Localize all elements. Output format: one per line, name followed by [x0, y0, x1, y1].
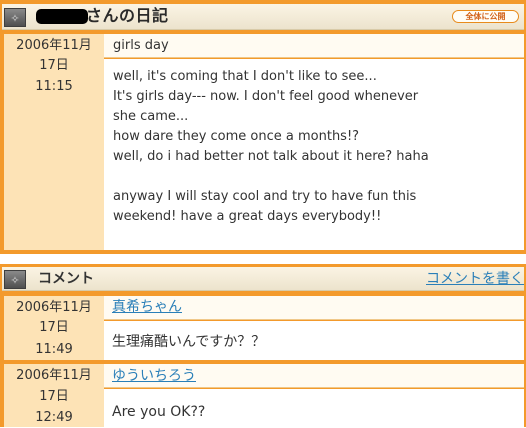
- comment-time: 11:49: [35, 342, 73, 357]
- diamond-ornament-icon: ✧: [4, 270, 26, 289]
- diary-body-line: well, it's coming that I don't like to s…: [113, 69, 377, 84]
- comment-time: 12:49: [35, 410, 73, 425]
- public-visibility-badge[interactable]: 全体に公開: [452, 10, 519, 23]
- diary-time: 11:15: [35, 79, 73, 94]
- redacted-username: [36, 9, 88, 24]
- diary-subject: girls day: [113, 38, 169, 53]
- section-gap: [0, 254, 526, 264]
- comment-day: 17日: [39, 389, 69, 404]
- diary-body-line: weekend! have a great days everybody!!: [113, 209, 382, 224]
- comment-date: 2006年11月: [16, 300, 92, 315]
- comment-author-link[interactable]: 真希ちゃん: [112, 298, 182, 316]
- comment-text: Are you OK??: [112, 404, 206, 420]
- comments-title: コメント: [38, 271, 94, 287]
- diary-body-line: she came...: [113, 109, 189, 124]
- diary-day: 17日: [39, 58, 69, 73]
- diary-title: さんの日記: [86, 6, 169, 25]
- comment-author-link[interactable]: ゆういちろう: [112, 367, 196, 385]
- diary-body-line: anyway I will stay cool and try to have …: [113, 189, 417, 204]
- diamond-ornament-icon: ✧: [4, 8, 26, 27]
- write-comment-link[interactable]: コメントを書く: [426, 270, 524, 288]
- diary-body-line: It's girls day--- now. I don't feel good…: [113, 89, 419, 104]
- comment-date: 2006年11月: [16, 368, 92, 383]
- comment-text: 生理痛酷いんですか？？: [112, 334, 266, 350]
- diary-body-line: well, do i had better not talk about it …: [113, 149, 429, 164]
- comment-day: 17日: [39, 320, 69, 335]
- diary-date: 2006年11月: [16, 38, 92, 53]
- diary-body-line: how dare they come once a months!?: [113, 129, 360, 144]
